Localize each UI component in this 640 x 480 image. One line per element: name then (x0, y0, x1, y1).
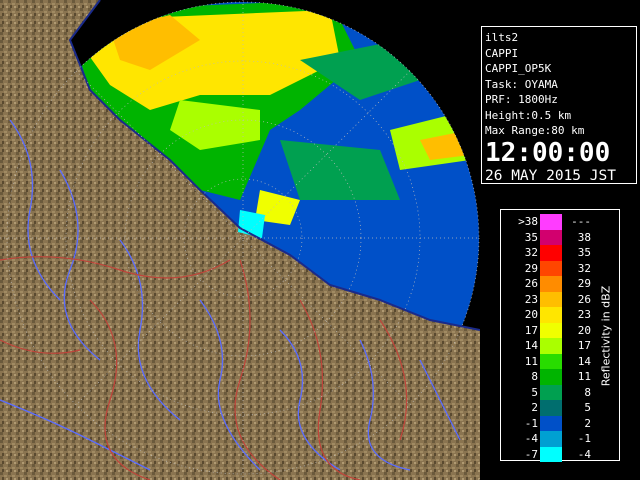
time-display: 12:00:00 (485, 137, 611, 168)
legend-high-value: 38 (577, 230, 591, 244)
legend-low-value: 14 (524, 339, 538, 352)
legend-row: 29 32 (501, 260, 619, 276)
task-label: Task: OYAMA (485, 77, 558, 91)
legend-high-value: 29 (577, 277, 591, 290)
radar-name: ilts2 (485, 31, 519, 44)
legend-low-value: 11 (524, 354, 538, 368)
legend-high-value: --- (571, 215, 591, 228)
info-panel: ilts2 CAPPI CAPPI_OP5K Task: OYAMA PRF: … (481, 26, 637, 184)
legend-swatch (540, 431, 562, 447)
legend-swatch (540, 353, 562, 369)
legend-high-value: 8 (584, 385, 591, 399)
legend-high-value: 20 (577, 323, 591, 337)
legend-low-value: 29 (524, 261, 538, 275)
legend-swatch (540, 446, 562, 462)
legend-low-value: 26 (524, 277, 538, 290)
legend-high-value: 5 (584, 401, 591, 414)
legend-low-value: 17 (524, 323, 538, 337)
legend-low-value: 35 (524, 230, 538, 244)
legend-high-value: -4 (577, 447, 591, 461)
legend-swatch (540, 400, 562, 416)
legend-swatch (540, 384, 562, 400)
legend-low-value: 8 (531, 370, 538, 383)
legend-row: 25 (501, 400, 619, 416)
product-name: CAPPI_OP5K (485, 62, 552, 75)
legend-row: 35 38 (501, 229, 619, 245)
legend-swatch (540, 229, 562, 245)
legend-low-value: 5 (531, 385, 538, 399)
legend-row: 32 35 (501, 245, 619, 261)
legend-high-value: 32 (577, 261, 591, 275)
legend-low-value: 32 (524, 246, 538, 259)
legend-swatch (540, 369, 562, 385)
legend-row: -7 -4 (501, 446, 619, 462)
legend-high-value: 14 (577, 354, 591, 368)
legend-low-value: -7 (524, 447, 538, 461)
product-label: CAPPI (485, 46, 519, 60)
legend-swatch (540, 307, 562, 323)
legend-title: Reflectivity in dBZ (599, 285, 613, 387)
legend-low-value: 20 (524, 308, 538, 321)
max-range-label: Max Range:80 km (485, 124, 585, 137)
legend-swatch (540, 214, 562, 230)
legend-swatch (540, 245, 562, 261)
legend-row: -1 2 (501, 415, 619, 431)
legend-swatch (540, 276, 562, 292)
legend-low-value: >38 (518, 215, 538, 228)
legend-low-value: 2 (531, 401, 538, 414)
legend-high-value: 11 (577, 370, 591, 383)
legend-swatch (540, 322, 562, 338)
legend-low-value: -1 (524, 416, 538, 430)
legend-row: -4 -1 (501, 431, 619, 447)
legend-row: 58 (501, 384, 619, 400)
legend-high-value: 17 (577, 339, 591, 352)
legend-swatch (540, 338, 562, 354)
legend-low-value: 23 (524, 292, 538, 306)
legend-high-value: 2 (584, 416, 591, 430)
legend-swatch (540, 291, 562, 307)
radar-map (0, 0, 480, 480)
prf-label: PRF: 1800Hz (485, 93, 558, 106)
legend-swatch (540, 415, 562, 431)
legend-swatch (540, 260, 562, 276)
legend-row: >38 --- (501, 214, 619, 230)
legend-high-value: 26 (577, 292, 591, 306)
date-display: 26 MAY 2015 JST (485, 167, 616, 184)
height-label: Height:0.5 km (485, 108, 572, 122)
legend-high-value: 35 (577, 246, 591, 259)
legend-low-value: -4 (524, 432, 538, 445)
legend-high-value: -1 (577, 432, 591, 445)
legend-high-value: 23 (577, 308, 591, 321)
